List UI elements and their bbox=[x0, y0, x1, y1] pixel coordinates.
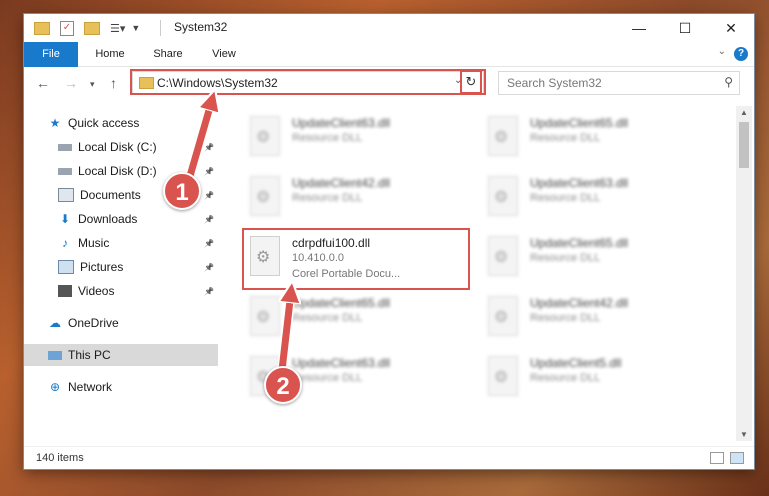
step-2-badge: 2 bbox=[264, 366, 302, 404]
arrow-1 bbox=[186, 100, 212, 177]
arrow-2 bbox=[278, 292, 291, 371]
annotation-arrows bbox=[185, 0, 769, 375]
step-1-badge: 1 bbox=[163, 172, 201, 210]
